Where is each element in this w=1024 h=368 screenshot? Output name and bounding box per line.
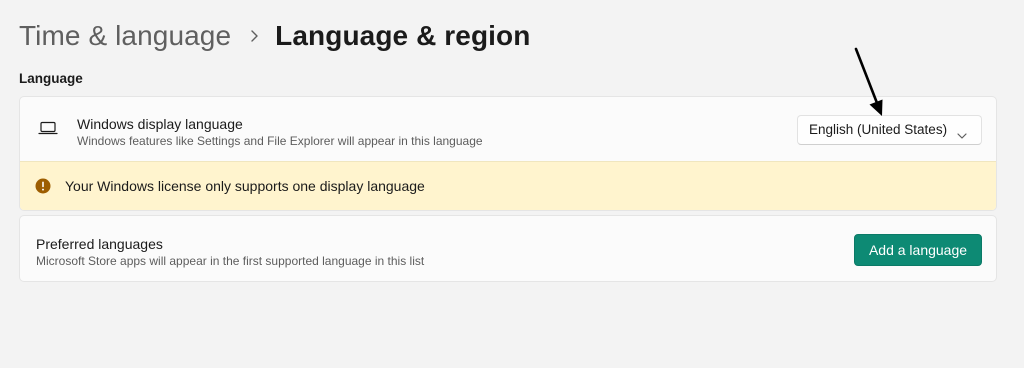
display-language-title: Windows display language	[77, 116, 243, 132]
chevron-down-icon	[957, 127, 967, 139]
chevron-right-icon	[244, 22, 266, 50]
page-title: Language & region	[275, 20, 531, 51]
preferred-languages-title: Preferred languages	[36, 236, 163, 252]
add-language-button[interactable]: Add a language	[854, 234, 982, 266]
preferred-languages-card: Preferred languages Microsoft Store apps…	[19, 215, 997, 282]
breadcrumb: Time & language Language & region	[19, 14, 530, 58]
warning-icon	[35, 178, 51, 194]
display-language-dropdown[interactable]: English (United States)	[797, 115, 982, 145]
preferred-languages-subtitle: Microsoft Store apps will appear in the …	[36, 254, 425, 268]
monitor-icon	[38, 120, 58, 136]
license-warning-text: Your Windows license only supports one d…	[65, 178, 425, 194]
section-heading-language: Language	[19, 71, 83, 86]
breadcrumb-parent-link[interactable]: Time & language	[19, 20, 231, 52]
license-warning-bar: Your Windows license only supports one d…	[20, 161, 996, 210]
dropdown-selected-value: English (United States)	[809, 122, 948, 137]
arrow-annotation-icon	[854, 47, 883, 116]
display-language-subtitle: Windows features like Settings and File …	[77, 134, 483, 148]
